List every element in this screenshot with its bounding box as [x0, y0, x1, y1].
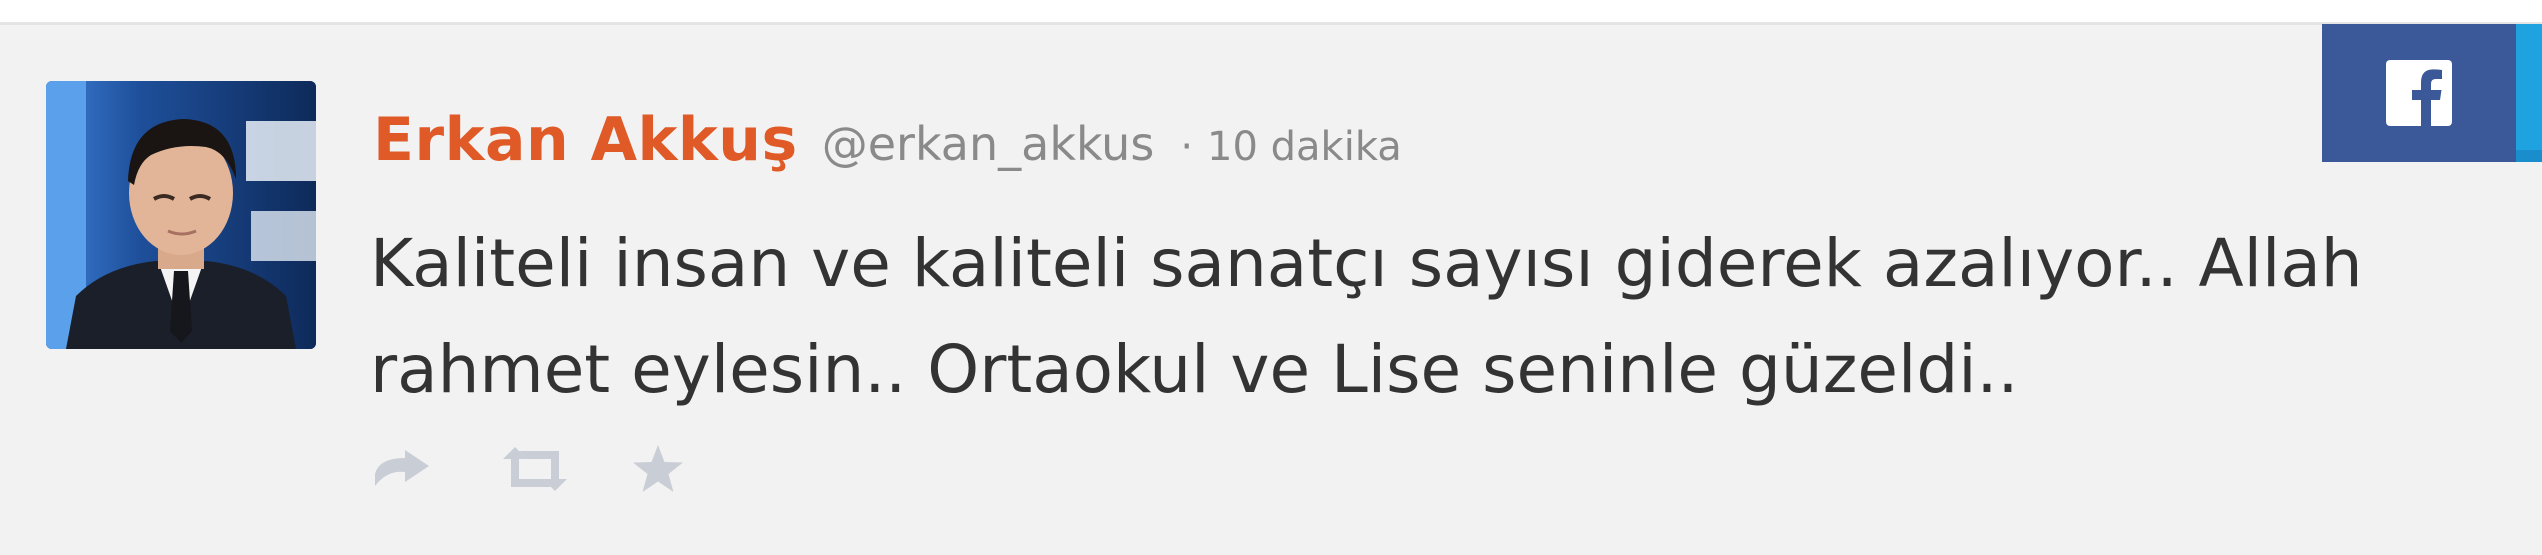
- reply-icon: [375, 450, 429, 486]
- tweet-card: Erkan Akkuş @erkan_akkus · 10 dakika Kal…: [0, 22, 2542, 555]
- author-handle[interactable]: @erkan_akkus: [822, 117, 1155, 171]
- twitter-share-strip[interactable]: [2516, 24, 2542, 162]
- retweet-button[interactable]: [498, 439, 572, 499]
- tweet-header: Erkan Akkuş @erkan_akkus · 10 dakika: [373, 105, 1402, 185]
- author-name[interactable]: Erkan Akkuş: [373, 105, 798, 175]
- avatar-image: [46, 81, 316, 349]
- page: Erkan Akkuş @erkan_akkus · 10 dakika Kal…: [0, 0, 2542, 555]
- favorite-button[interactable]: [628, 439, 688, 499]
- facebook-share-button[interactable]: [2322, 24, 2516, 162]
- tweet-text-line: Kaliteli insan ve kaliteli sanatçı sayıs…: [370, 225, 2363, 302]
- reply-button[interactable]: [370, 439, 434, 499]
- facebook-icon: [2386, 60, 2452, 126]
- tweet-text: Kaliteli insan ve kaliteli sanatçı sayıs…: [370, 211, 2370, 423]
- meta-separator: ·: [1180, 124, 1194, 170]
- tweet-timestamp[interactable]: 10 dakika: [1207, 124, 1402, 170]
- twitter-share-strip-shadow: [2516, 150, 2542, 162]
- star-icon: [633, 445, 683, 492]
- tweet-text-line: rahmet eylesin.. Ortaokul ve Lise seninl…: [370, 331, 2019, 408]
- tweet-actions: [370, 439, 688, 499]
- avatar[interactable]: [46, 81, 316, 349]
- retweet-icon: [503, 447, 567, 491]
